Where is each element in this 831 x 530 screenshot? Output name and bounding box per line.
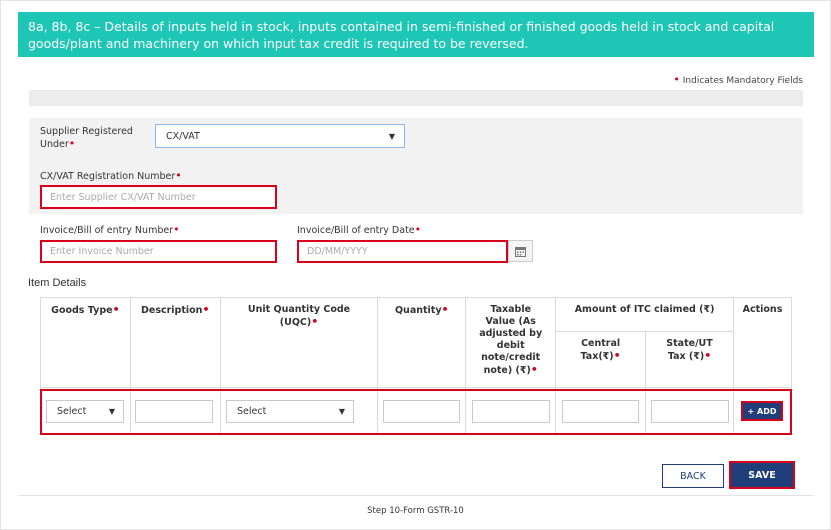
required-dot-icon: • (613, 349, 621, 362)
invoice-number-placeholder: Enter Invoice Number (50, 246, 154, 257)
column-label: Description (140, 305, 203, 316)
uqc-select[interactable]: Select ▼ (226, 400, 354, 423)
column-label: Amount of ITC claimed (₹) (574, 304, 715, 315)
required-dot-icon: • (414, 223, 422, 236)
required-dot-icon: • (112, 303, 120, 316)
section-title: 8a, 8b, 8c – Details of inputs held in s… (28, 19, 775, 51)
column-header-actions: Actions (732, 297, 793, 388)
column-header-quantity: Quantity• (377, 297, 467, 388)
goods-type-select[interactable]: Select ▼ (46, 400, 124, 423)
divider-band (29, 90, 803, 106)
chevron-down-icon: ▼ (338, 407, 345, 416)
invoice-number-input[interactable]: Enter Invoice Number (40, 240, 277, 263)
invoice-number-label: Invoice/Bill of entry Number• (40, 224, 180, 237)
figure-caption: Step 10-Form GSTR-10 (367, 506, 464, 516)
required-dot-icon: • (704, 349, 712, 362)
item-details-title: Item Details (28, 277, 87, 289)
section-header: 8a, 8b, 8c – Details of inputs held in s… (18, 12, 814, 57)
chevron-down-icon: ▼ (108, 407, 115, 416)
save-button[interactable]: SAVE (729, 461, 795, 489)
column-label: Quantity (394, 305, 442, 316)
required-dot-icon: • (202, 303, 210, 316)
description-input[interactable] (135, 400, 213, 423)
supplier-select-value: CX/VAT (166, 130, 200, 142)
invoice-date-input[interactable]: DD/MM/YYYY (297, 240, 508, 263)
required-dot-icon: • (175, 169, 182, 182)
add-item-button[interactable]: + ADD (741, 401, 783, 421)
invoice-number-label-text: Invoice/Bill of entry Number (40, 225, 174, 236)
calendar-icon[interactable] (508, 240, 533, 262)
column-header-central-tax: Central Tax(₹)• (555, 331, 647, 388)
quantity-input[interactable] (383, 400, 460, 423)
column-label: Actions (742, 304, 783, 315)
registration-input[interactable]: Enter Supplier CX/VAT Number (40, 185, 277, 209)
calendar-icon-glyph (515, 246, 526, 257)
registration-placeholder: Enter Supplier CX/VAT Number (50, 191, 196, 203)
supplier-label-text: Supplier Registered Under (40, 126, 133, 150)
chevron-down-icon: ▼ (388, 131, 395, 141)
uqc-select-value: Select (237, 406, 267, 417)
column-header-goods-type: Goods Type• (40, 297, 131, 388)
column-label: Unit Quantity Code (UQC) (247, 304, 351, 328)
column-label: Goods Type (51, 305, 113, 316)
central-tax-input[interactable] (562, 400, 639, 423)
supplier-select[interactable]: CX/VAT ▼ (155, 124, 405, 148)
supplier-label: Supplier Registered Under• (40, 126, 150, 151)
back-button[interactable]: BACK (662, 464, 724, 488)
column-header-description: Description• (129, 297, 221, 388)
required-dot-icon: • (311, 315, 319, 328)
registration-label-text: CX/VAT Registration Number (40, 171, 176, 182)
required-dot-icon: • (673, 73, 680, 86)
required-dot-icon: • (441, 303, 449, 316)
column-header-uqc: Unit Quantity Code (UQC)• (219, 297, 379, 388)
registration-label: CX/VAT Registration Number• (40, 170, 182, 183)
column-header-itc-group: Amount of ITC claimed (₹) (555, 297, 734, 332)
mandatory-text: Indicates Mandatory Fields (682, 76, 803, 86)
required-dot-icon: • (68, 137, 76, 150)
column-header-taxable-value: Taxable Value (As adjusted by debit note… (465, 297, 557, 388)
taxable-value-input[interactable] (472, 400, 550, 423)
invoice-date-label-text: Invoice/Bill of entry Date (297, 225, 415, 236)
goods-type-select-value: Select (57, 406, 87, 417)
required-dot-icon: • (530, 363, 538, 376)
footer-divider (18, 495, 814, 496)
mandatory-note: • Indicates Mandatory Fields (673, 73, 803, 86)
invoice-date-placeholder: DD/MM/YYYY (307, 246, 368, 257)
invoice-date-label: Invoice/Bill of entry Date• (297, 224, 421, 237)
state-tax-input[interactable] (651, 400, 729, 423)
column-header-state-tax: State/UT Tax (₹)• (645, 331, 734, 388)
required-dot-icon: • (173, 223, 180, 236)
